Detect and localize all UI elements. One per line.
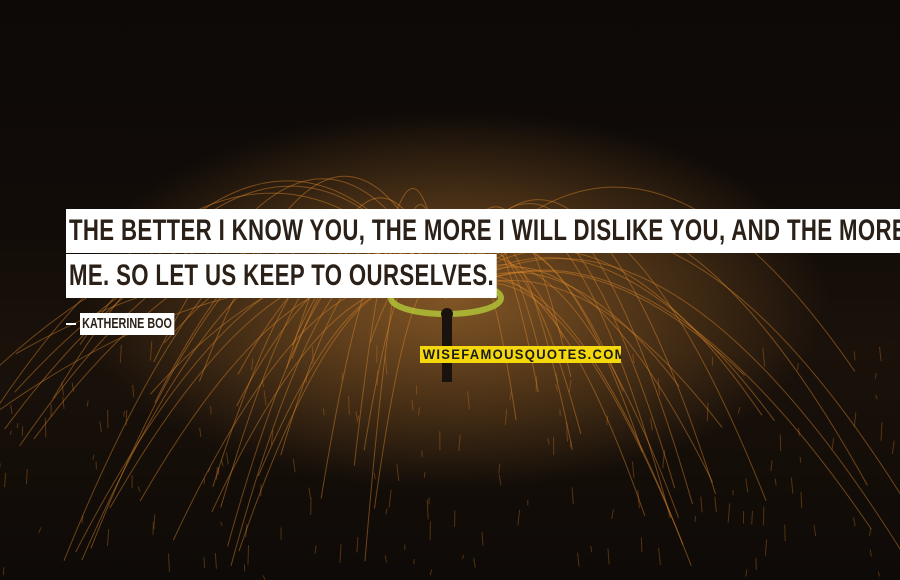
ground-spark [640, 537, 643, 552]
ground-spark [339, 544, 342, 563]
ground-spark [388, 489, 392, 508]
ground-spark [247, 545, 250, 565]
ground-spark [384, 555, 388, 563]
ground-spark [44, 417, 47, 438]
ground-spark [423, 472, 426, 478]
ground-spark [473, 557, 476, 568]
ground-spark [700, 496, 703, 513]
ground-spark [106, 529, 110, 546]
quote-text-line-1: THE BETTER I KNOW YOU, THE MORE I WILL D… [66, 209, 900, 253]
author-name: KATHERINE BOO [80, 313, 175, 335]
ground-spark [869, 549, 872, 557]
ground-spark [751, 510, 753, 525]
watermark-text: WISEFAMOUSQUOTES.COM [422, 346, 621, 362]
ground-spark [245, 524, 248, 538]
ground-spark [800, 491, 803, 508]
ground-spark [877, 571, 880, 577]
ground-spark [308, 487, 312, 499]
ground-spark [214, 553, 217, 569]
ground-spark [203, 557, 206, 568]
ground-spark [831, 437, 835, 449]
ground-spark [891, 440, 895, 455]
ground-spark [576, 552, 580, 567]
ground-spark [210, 406, 212, 415]
ground-spark [61, 382, 64, 396]
ground-spark [262, 575, 266, 580]
ground-spark [590, 545, 593, 553]
ground-spark [123, 410, 126, 417]
ground-spark [4, 472, 7, 488]
ground-spark [25, 468, 28, 485]
ground-spark [878, 346, 882, 362]
ground-spark [727, 503, 731, 523]
ground-spark [220, 460, 224, 467]
ground-spark [481, 532, 484, 546]
ground-spark [137, 486, 141, 492]
quote-image: THE BETTER I KNOW YOU, THE MORE I WILL D… [0, 0, 900, 580]
ground-spark [875, 394, 878, 400]
author-dash [66, 323, 76, 325]
ground-spark [10, 404, 13, 415]
ground-spark [874, 373, 878, 379]
ground-spark [764, 539, 768, 556]
ground-spark [658, 547, 661, 566]
ground-spark [745, 569, 748, 577]
ground-spark [356, 537, 359, 553]
ground-spark [797, 427, 800, 436]
ground-spark [413, 558, 415, 565]
quote-text-line-2: ME. SO LET US KEEP TO OURSELVES. [66, 254, 498, 298]
ground-spark [790, 477, 794, 494]
ground-spark [92, 454, 95, 460]
quote-line-2: ME. SO LET US KEEP TO OURSELVES. [66, 254, 648, 298]
ground-spark [706, 402, 709, 422]
ground-spark [813, 524, 817, 537]
ground-spark [571, 487, 574, 505]
ground-spark [426, 499, 429, 520]
ground-spark [385, 508, 388, 515]
ground-spark [216, 466, 218, 480]
ground-spark [880, 422, 883, 441]
ground-spark [62, 396, 65, 409]
ground-spark [868, 527, 872, 536]
ground-spark [167, 553, 171, 572]
ground-spark [125, 409, 128, 426]
quote-line-1: THE BETTER I KNOW YOU, THE MORE I WILL D… [66, 209, 900, 253]
ground-spark [86, 400, 89, 407]
ground-spark [774, 478, 777, 486]
ground-spark [770, 460, 773, 472]
ground-spark [99, 421, 102, 433]
ground-spark [611, 509, 614, 520]
ground-spark [9, 430, 12, 435]
watermark-logo: WISEFAMOUSQUOTES.COM [420, 346, 621, 363]
ground-spark [714, 496, 717, 513]
author-attribution: KATHERINE BOO [66, 313, 211, 335]
ground-spark [853, 412, 857, 427]
ground-spark [38, 527, 42, 534]
ground-spark [220, 521, 223, 527]
ground-spark [694, 515, 697, 523]
ground-spark [153, 514, 156, 530]
ground-spark [799, 456, 802, 463]
ground-spark [745, 478, 749, 493]
ground-spark [429, 569, 433, 576]
ground-spark [607, 548, 610, 565]
ground-spark [517, 509, 521, 526]
ground-spark [853, 517, 856, 527]
ground-spark [314, 545, 317, 554]
ground-spark [461, 554, 465, 560]
ground-spark [853, 351, 856, 361]
ground-spark [797, 363, 799, 371]
